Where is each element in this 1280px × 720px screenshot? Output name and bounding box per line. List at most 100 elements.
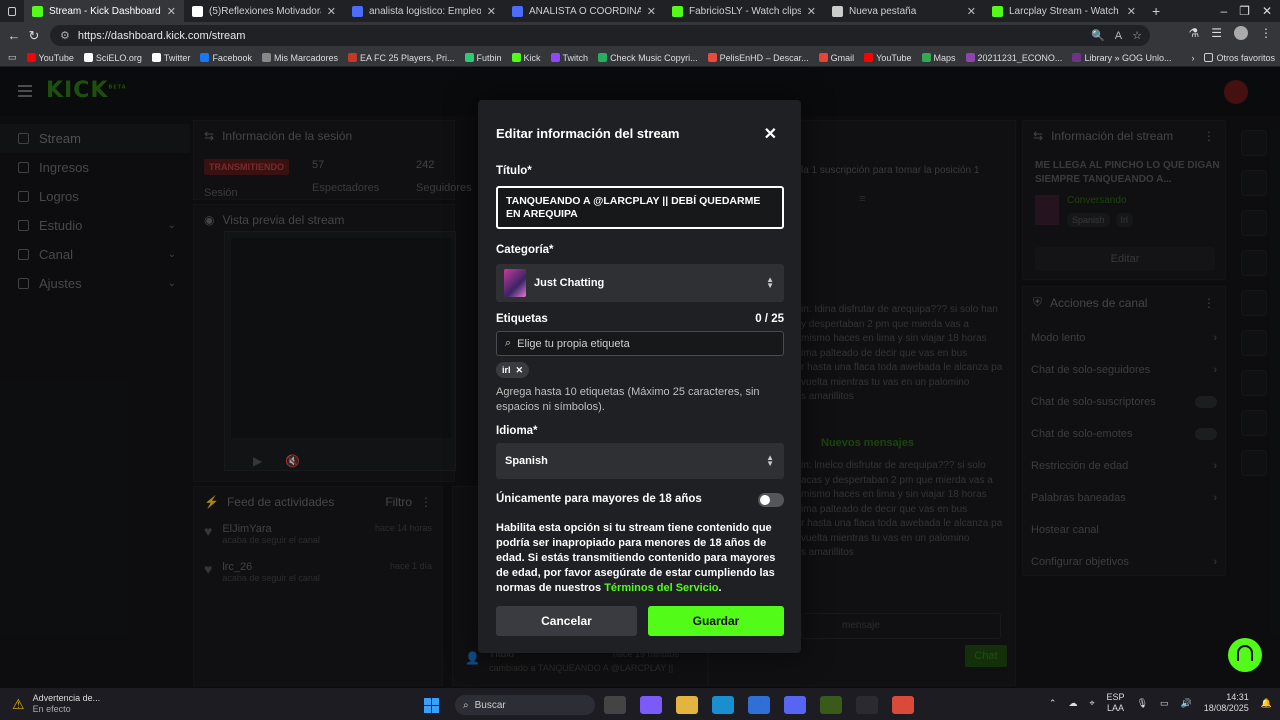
modal-title: Editar información del stream xyxy=(496,126,680,141)
bookmarks-overflow-icon[interactable]: › xyxy=(1186,53,1199,63)
site-info-icon[interactable]: ⚙ xyxy=(60,29,70,42)
maximize-icon[interactable]: ❐ xyxy=(1239,4,1250,18)
bookmark-item[interactable]: Twitch xyxy=(546,53,594,63)
minimize-icon[interactable]: – xyxy=(1220,4,1227,18)
close-tab-icon[interactable]: ✕ xyxy=(167,5,176,18)
other-bookmarks[interactable]: Otros favoritos xyxy=(1199,53,1280,63)
bookmark-item[interactable]: Gmail xyxy=(814,53,860,63)
bookmark-item[interactable]: EA FC 25 Players, Pri... xyxy=(343,53,460,63)
linkedin-icon xyxy=(512,5,523,17)
url-field[interactable]: ⚙ https://dashboard.kick.com/stream 🔍 A … xyxy=(50,25,1150,46)
bookmark-item[interactable]: Facebook xyxy=(195,53,257,63)
extensions-icon[interactable]: ⚗ xyxy=(1188,26,1199,40)
mature-toggle[interactable] xyxy=(758,493,784,507)
windows-taskbar: ⚠ Advertencia de... En efecto ⌕ Buscar ⌃ ☁… xyxy=(0,688,1280,720)
reading-list-icon[interactable]: ☰ xyxy=(1211,26,1222,40)
help-headset-button[interactable] xyxy=(1228,638,1262,672)
close-window-icon[interactable]: ✕ xyxy=(1262,4,1272,18)
steam-icon[interactable] xyxy=(856,696,878,714)
bookmark-label: YouTube xyxy=(876,52,912,63)
weather-sub: En efecto xyxy=(32,704,71,714)
bookmark-item[interactable]: PelisEnHD – Descar... xyxy=(703,53,814,63)
input-language[interactable]: ESP LAA xyxy=(1107,692,1125,714)
browser-tab-6[interactable]: Larcplay Stream - Watch Live on ✕ xyxy=(984,0,1144,22)
bookmark-label: Mis Marcadores xyxy=(273,52,338,63)
browser-tab-1[interactable]: (5)Reflexiones Motivadoras y Con ✕ xyxy=(184,0,344,22)
category-select[interactable]: Just Chatting ▲ ▼ xyxy=(496,264,784,302)
browser-tab-2[interactable]: analista logistico: Empleos en Lin ✕ xyxy=(344,0,504,22)
reload-icon[interactable]: ↻ xyxy=(24,28,44,44)
bookmark-label: Futbin xyxy=(476,52,502,63)
browser-tab-0[interactable]: Stream - Kick Dashboard ✕ xyxy=(24,0,184,22)
bookmark-item[interactable]: 20211231_ECONO... xyxy=(961,53,1068,63)
close-tab-icon[interactable]: ✕ xyxy=(647,5,656,18)
windows-start-icon[interactable] xyxy=(424,697,439,713)
title-input[interactable]: TANQUEANDO A @LARCPLAY || DEBÍ QUEDARME … xyxy=(496,186,784,229)
save-button[interactable]: Guardar xyxy=(648,606,784,636)
browser-tab-5[interactable]: Nueva pestaña ✕ xyxy=(824,0,984,22)
language-select[interactable]: Spanish ▲ ▼ xyxy=(496,443,784,479)
location-icon[interactable]: ⌖ xyxy=(1089,698,1094,709)
close-tab-icon[interactable]: ✕ xyxy=(487,5,496,18)
language-value: Spanish xyxy=(505,455,548,467)
task-view-icon[interactable] xyxy=(604,696,626,714)
tray-overflow-icon[interactable]: ⌃ xyxy=(1049,698,1057,709)
back-icon[interactable]: ← xyxy=(4,28,24,43)
cancel-button[interactable]: Cancelar xyxy=(496,606,637,636)
close-tab-icon[interactable]: ✕ xyxy=(1127,5,1136,18)
apps-icon[interactable]: ▭ xyxy=(0,52,22,63)
profile-avatar-icon[interactable] xyxy=(1234,26,1248,40)
menu-kebab-icon[interactable]: ⋮ xyxy=(1260,26,1272,40)
onedrive-icon[interactable]: ☁ xyxy=(1068,698,1077,709)
bookmark-star-icon[interactable]: ☆ xyxy=(1132,29,1142,42)
bookmark-label: Library » GOG Unlo... xyxy=(1084,52,1172,63)
close-tab-icon[interactable]: ✕ xyxy=(967,5,976,18)
weather-widget[interactable]: ⚠ Advertencia de... En efecto xyxy=(0,693,300,715)
clock[interactable]: 14:31 18/08/2025 xyxy=(1204,692,1249,714)
zoom-icon[interactable]: 🔍 xyxy=(1091,29,1105,42)
chrome-icon[interactable] xyxy=(892,696,914,714)
close-tab-icon[interactable]: ✕ xyxy=(807,5,816,18)
edit-stream-modal: Editar información del stream ✕ Título* … xyxy=(478,100,801,653)
close-icon[interactable]: ✕ xyxy=(764,124,777,144)
network-icon[interactable]: ▭ xyxy=(1160,698,1169,709)
discord-icon[interactable] xyxy=(784,696,806,714)
bookmark-label: Check Music Copyri... xyxy=(610,52,698,63)
tab-title: Stream - Kick Dashboard xyxy=(49,5,161,17)
bookmark-item[interactable]: Futbin xyxy=(460,53,507,63)
browser-tab-4[interactable]: FabricioSLY - Watch clips on Kick ✕ xyxy=(664,0,824,22)
bookmark-item[interactable]: Library » GOG Unlo... xyxy=(1067,53,1176,63)
file-explorer-icon[interactable] xyxy=(676,696,698,714)
terms-link[interactable]: Términos del Servicio xyxy=(604,582,718,594)
taskbar-search[interactable]: ⌕ Buscar xyxy=(455,695,595,715)
bookmark-label: Gmail xyxy=(830,52,855,63)
bookmark-item[interactable]: SciELO.org xyxy=(79,53,147,63)
new-tab-button[interactable]: + xyxy=(1144,0,1168,22)
kick-icon xyxy=(672,5,683,17)
bookmark-item[interactable]: Mis Marcadores xyxy=(257,53,343,63)
translate-icon[interactable]: A xyxy=(1115,30,1122,42)
tab-actions-button[interactable] xyxy=(0,0,24,22)
mic-icon[interactable]: 🎙 xyxy=(1137,698,1148,709)
tags-input[interactable]: ⌕ Elige tu propia etiqueta xyxy=(496,331,784,356)
remove-tag-icon[interactable]: ✕ xyxy=(516,365,524,376)
bookmark-item[interactable]: Twitter xyxy=(147,53,196,63)
bookmark-item[interactable]: YouTube xyxy=(22,53,79,63)
notification-icon[interactable]: 🔔 xyxy=(1261,698,1272,709)
bookmark-item[interactable]: Check Music Copyri... xyxy=(593,53,703,63)
copilot-icon[interactable] xyxy=(640,696,662,714)
xbox-icon[interactable] xyxy=(820,696,842,714)
bookmark-item[interactable]: Maps xyxy=(917,53,961,63)
bookmark-item[interactable]: Kick xyxy=(507,53,546,63)
bookmark-favicon-icon xyxy=(965,53,975,62)
bookmark-favicon-icon xyxy=(598,53,608,62)
volume-icon[interactable]: 🔊 xyxy=(1181,698,1192,709)
bookmark-item[interactable]: YouTube xyxy=(859,53,916,63)
edge-icon[interactable] xyxy=(712,696,734,714)
page-icon xyxy=(832,5,843,17)
close-tab-icon[interactable]: ✕ xyxy=(327,5,336,18)
window-controls: – ❐ ✕ xyxy=(1220,4,1272,18)
browser-tab-strip: Stream - Kick Dashboard ✕ (5)Reflexiones M… xyxy=(0,0,1280,22)
browser-tab-3[interactable]: ANALISTA O COORDINADOR DE ✕ xyxy=(504,0,664,22)
store-icon[interactable] xyxy=(748,696,770,714)
